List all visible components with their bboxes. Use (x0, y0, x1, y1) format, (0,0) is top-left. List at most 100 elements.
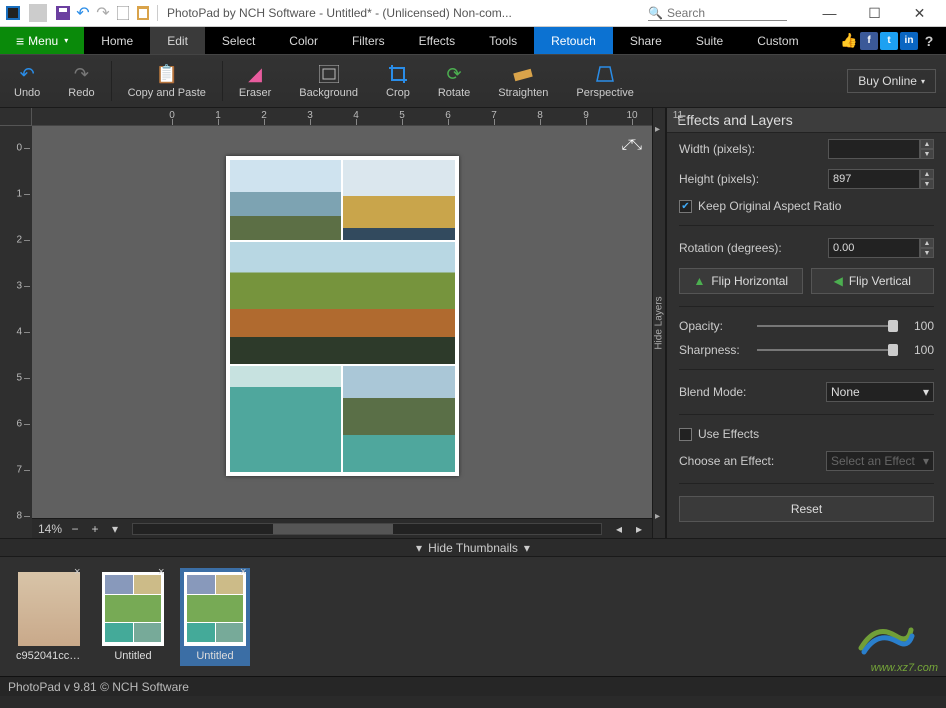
height-label: Height (pixels): (679, 172, 820, 186)
separator (679, 306, 934, 307)
background-tool[interactable]: Background (285, 55, 372, 107)
tab-tools[interactable]: Tools (472, 27, 534, 54)
like-icon[interactable]: 👍 (840, 32, 858, 50)
minimize-button[interactable]: — (807, 0, 852, 26)
flip-vertical-button[interactable]: ◀Flip Vertical (811, 268, 935, 294)
chevron-down-icon: ▾ (524, 541, 530, 555)
undo-icon[interactable]: ↶ (74, 4, 92, 22)
watermark-logo (856, 618, 916, 658)
separator (679, 225, 934, 226)
chevron-down-icon: ▾ (416, 541, 422, 555)
tab-edit[interactable]: Edit (150, 27, 205, 54)
separator (111, 61, 112, 101)
copy-paste-tool[interactable]: 📋Copy and Paste (114, 55, 220, 107)
close-icon[interactable]: × (74, 566, 86, 578)
facebook-icon[interactable]: f (860, 32, 878, 50)
tab-filters[interactable]: Filters (335, 27, 402, 54)
tab-share[interactable]: Share (613, 27, 679, 54)
collage-cell (230, 160, 342, 240)
zoom-menu-button[interactable]: ▾ (108, 522, 122, 536)
choose-effect-label: Choose an Effect: (679, 454, 818, 468)
thumbnail-name: Untitled (114, 650, 151, 662)
tab-suite[interactable]: Suite (679, 27, 740, 54)
buy-online-button[interactable]: Buy Online (847, 69, 936, 93)
thumbnail-item[interactable]: × Untitled (98, 568, 168, 666)
canvas-image[interactable] (226, 156, 459, 476)
title-bar: ↶ ↷ PhotoPad by NCH Software - Untitled*… (0, 0, 946, 27)
use-effects-checkbox[interactable]: Use Effects (679, 427, 934, 441)
zoom-in-button[interactable]: + (88, 522, 102, 536)
maximize-button[interactable]: ☐ (852, 0, 897, 26)
rotation-label: Rotation (degrees): (679, 241, 820, 255)
eraser-tool[interactable]: ◢Eraser (225, 55, 285, 107)
tab-color[interactable]: Color (272, 27, 335, 54)
thumbnail-item-selected[interactable]: × Untitled (180, 568, 250, 666)
search-box[interactable]: 🔍 (648, 6, 787, 21)
width-label: Width (pixels): (679, 142, 820, 156)
thumbnail-name: c952041ccb4a5c8... (16, 650, 82, 662)
app-icon (4, 4, 22, 22)
tab-effects[interactable]: Effects (402, 27, 472, 54)
redo-icon[interactable]: ↷ (94, 4, 112, 22)
fullscreen-icon[interactable]: ⤢⤡ (622, 136, 640, 153)
status-text: PhotoPad v 9.81 © NCH Software (8, 680, 189, 694)
spin-up[interactable]: ▲ (920, 238, 934, 248)
menu-button[interactable]: Menu (0, 27, 84, 54)
separator (679, 369, 934, 370)
horizontal-scrollbar[interactable] (132, 523, 602, 535)
new-doc-icon[interactable] (114, 4, 132, 22)
keep-aspect-checkbox[interactable]: ✔ Keep Original Aspect Ratio (679, 199, 934, 213)
save-icon[interactable] (54, 4, 72, 22)
rotate-tool[interactable]: ⟳Rotate (424, 55, 484, 107)
hide-thumbnails-button[interactable]: ▾ Hide Thumbnails ▾ (0, 538, 946, 556)
close-icon[interactable]: × (158, 566, 170, 578)
sharpness-row: Sharpness: 100 (679, 343, 934, 357)
tab-select[interactable]: Select (205, 27, 272, 54)
reset-button[interactable]: Reset (679, 496, 934, 522)
crop-tool[interactable]: Crop (372, 55, 424, 107)
separator (222, 61, 223, 101)
height-input[interactable] (828, 169, 920, 189)
scroll-right-button[interactable]: ▸ (632, 522, 646, 536)
tab-custom[interactable]: Custom (740, 27, 815, 54)
straighten-tool[interactable]: Straighten (484, 55, 562, 107)
ribbon-toolbar: ↶Undo ↷Redo 📋Copy and Paste ◢Eraser Back… (0, 54, 946, 108)
flip-horizontal-button[interactable]: ▲Flip Horizontal (679, 268, 803, 294)
thumbnail-item[interactable]: × c952041ccb4a5c8... (12, 568, 86, 666)
opacity-slider[interactable] (757, 325, 898, 327)
spin-up[interactable]: ▲ (920, 169, 934, 179)
effects-layers-panel: Effects and Layers Width (pixels): ▲▼ He… (666, 108, 946, 538)
redo-tool[interactable]: ↷Redo (54, 55, 108, 107)
width-input[interactable] (828, 139, 920, 159)
spin-down[interactable]: ▼ (920, 149, 934, 159)
choose-effect-select: Select an Effect▾ (826, 451, 934, 471)
search-input[interactable] (667, 6, 787, 20)
undo-tool[interactable]: ↶Undo (0, 55, 54, 107)
scroll-left-button[interactable]: ◂ (612, 522, 626, 536)
tab-home[interactable]: Home (84, 27, 150, 54)
menu-bar: Menu Home Edit Select Color Filters Effe… (0, 27, 946, 54)
spin-down[interactable]: ▼ (920, 179, 934, 189)
perspective-tool[interactable]: Perspective (562, 55, 647, 107)
close-button[interactable]: ✕ (897, 0, 942, 26)
panel-collapse-grip[interactable]: ▸ Hide Layers ▸ (652, 108, 666, 538)
app-title: PhotoPad by NCH Software - Untitled* - (… (167, 6, 512, 20)
checkbox-icon: ✔ (679, 200, 692, 213)
spin-down[interactable]: ▼ (920, 248, 934, 258)
canvas-viewport[interactable]: ⤢⤡ (32, 126, 652, 518)
rotation-input[interactable] (828, 238, 920, 258)
zoom-out-button[interactable]: − (68, 522, 82, 536)
sharpness-slider[interactable] (757, 349, 898, 351)
spin-up[interactable]: ▲ (920, 139, 934, 149)
close-icon[interactable]: × (240, 566, 252, 578)
twitter-icon[interactable]: t (880, 32, 898, 50)
linkedin-icon[interactable]: in (900, 32, 918, 50)
watermark-text: www.xz7.com (871, 662, 938, 674)
tab-retouch[interactable]: Retouch (534, 27, 613, 54)
rotation-row: Rotation (degrees): ▲▼ (679, 238, 934, 258)
help-icon[interactable]: ? (920, 32, 938, 50)
search-icon: 🔍 (648, 6, 663, 20)
thumbnail-name: Untitled (196, 650, 233, 662)
blend-select[interactable]: None▾ (826, 382, 934, 402)
paste-icon[interactable] (134, 4, 152, 22)
